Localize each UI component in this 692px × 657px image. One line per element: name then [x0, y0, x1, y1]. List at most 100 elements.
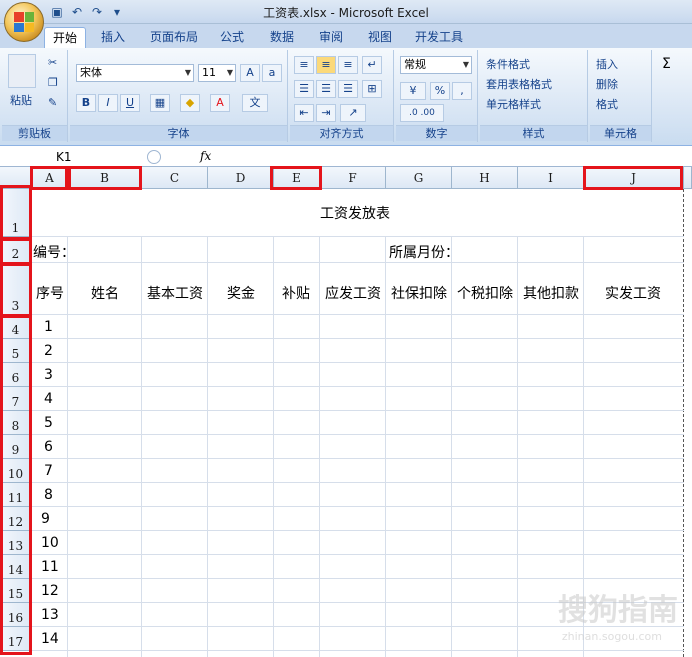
border-icon[interactable]: ▦ [150, 94, 170, 112]
currency-icon[interactable]: ¥ [400, 82, 426, 100]
align-bottom-icon[interactable]: ≡ [338, 56, 358, 74]
gridline [32, 554, 684, 555]
gridline [32, 362, 684, 363]
orientation-icon[interactable]: ↗ [340, 104, 366, 122]
percent-button[interactable]: % [430, 82, 450, 100]
tab-developer[interactable]: 开发工具 [407, 27, 471, 48]
chevron-down-icon: ▼ [184, 68, 191, 77]
header-cell[interactable]: 姓名 [91, 283, 119, 303]
delete-cells-button[interactable]: 删除 [596, 76, 618, 92]
serial-cell[interactable]: 13 [41, 607, 59, 623]
gridline [517, 237, 518, 657]
header-cell[interactable]: 基本工资 [147, 283, 203, 303]
tab-data[interactable]: 数据 [262, 27, 302, 48]
align-left-icon[interactable]: ☰ [294, 80, 314, 98]
formula-bar: K1 fx [0, 147, 692, 167]
number-group: 常规 ▼ ¥ % , .0 .00 数字 [396, 50, 478, 142]
decimal-buttons[interactable]: .0 .00 [400, 104, 444, 122]
header-cell[interactable]: 补贴 [282, 283, 310, 303]
underline-button[interactable]: U [120, 94, 140, 112]
serial-cell[interactable]: 3 [44, 367, 53, 383]
align-top-icon[interactable]: ≡ [294, 56, 314, 74]
comma-button[interactable]: , [452, 82, 472, 100]
cut-icon[interactable]: ✂ [48, 56, 57, 69]
column-header-d[interactable]: D [208, 167, 274, 189]
serial-cell[interactable]: 9 [41, 511, 50, 527]
align-middle-icon[interactable]: ≡ [316, 56, 336, 74]
grow-font-icon[interactable]: A [240, 64, 260, 82]
header-cell[interactable]: 序号 [36, 283, 64, 303]
tab-formulas[interactable]: 公式 [212, 27, 252, 48]
gridline [207, 237, 208, 657]
name-box[interactable]: K1 [2, 148, 142, 166]
autosum-button[interactable]: Σ [662, 56, 671, 72]
cancel-formula-icon[interactable] [147, 150, 161, 164]
align-right-icon[interactable]: ☰ [338, 80, 358, 98]
header-cell[interactable]: 应发工资 [325, 283, 381, 303]
phonetic-icon[interactable]: 文 [242, 94, 268, 112]
header-cell[interactable]: 个税扣除 [457, 283, 513, 303]
paste-button[interactable]: 粘贴 [10, 92, 32, 108]
column-header-k[interactable] [684, 167, 692, 189]
tab-view[interactable]: 视图 [360, 27, 400, 48]
code-label[interactable]: 编号： [33, 242, 75, 262]
highlight-col-a [30, 166, 68, 190]
header-cell[interactable]: 社保扣除 [391, 283, 447, 303]
merge-center-icon[interactable]: ⊞ [362, 80, 382, 98]
font-color-icon[interactable]: A [210, 94, 230, 112]
sheet-title[interactable]: 工资发放表 [320, 203, 390, 223]
header-cell[interactable]: 奖金 [227, 283, 255, 303]
serial-cell[interactable]: 4 [44, 391, 53, 407]
number-format-combo[interactable]: 常规 ▼ [400, 56, 472, 74]
serial-cell[interactable]: 5 [44, 415, 53, 431]
cell-styles-button[interactable]: 单元格样式 [486, 96, 541, 112]
serial-cell[interactable]: 1 [44, 319, 53, 335]
align-center-icon[interactable]: ☰ [316, 80, 336, 98]
column-header-f[interactable]: F [320, 167, 386, 189]
gridline [32, 262, 684, 263]
column-header-i[interactable]: I [518, 167, 584, 189]
chevron-down-icon: ▼ [226, 68, 233, 77]
gridline [32, 530, 684, 531]
column-header-c[interactable]: C [142, 167, 208, 189]
tab-page-layout[interactable]: 页面布局 [142, 27, 206, 48]
format-cells-button[interactable]: 格式 [596, 96, 618, 112]
header-cell[interactable]: 实发工资 [605, 283, 661, 303]
column-header-g[interactable]: G [386, 167, 452, 189]
serial-cell[interactable]: 8 [44, 487, 53, 503]
increase-indent-icon[interactable]: ⇥ [316, 104, 336, 122]
font-size-combo[interactable]: 11 ▼ [198, 64, 236, 82]
column-header-h[interactable]: H [452, 167, 518, 189]
shrink-font-icon[interactable]: a [262, 64, 282, 82]
tab-insert[interactable]: 插入 [93, 27, 133, 48]
paste-icon[interactable] [8, 54, 36, 88]
italic-button[interactable]: I [98, 94, 118, 112]
serial-cell[interactable]: 6 [44, 439, 53, 455]
decrease-indent-icon[interactable]: ⇤ [294, 104, 314, 122]
gridline [451, 237, 452, 657]
serial-cell[interactable]: 14 [41, 631, 59, 647]
month-label[interactable]: 所属月份： [389, 242, 459, 262]
font-name-combo[interactable]: 宋体 ▼ [76, 64, 194, 82]
serial-cell[interactable]: 2 [44, 343, 53, 359]
tab-review[interactable]: 审阅 [311, 27, 351, 48]
serial-cell[interactable]: 10 [41, 535, 59, 551]
highlight-row-3 [0, 263, 32, 317]
tab-home[interactable]: 开始 [44, 27, 87, 48]
fill-color-icon[interactable]: ◆ [180, 94, 200, 112]
office-button[interactable] [4, 2, 44, 42]
format-painter-icon[interactable]: ✎ [48, 96, 57, 109]
conditional-format-button[interactable]: 条件格式 [486, 56, 530, 72]
bold-button[interactable]: B [76, 94, 96, 112]
serial-cell[interactable]: 12 [41, 583, 59, 599]
gridline [141, 237, 142, 657]
header-cell[interactable]: 其他扣款 [523, 283, 579, 303]
serial-cell[interactable]: 7 [44, 463, 53, 479]
insert-function-button[interactable]: fx [200, 149, 211, 163]
format-as-table-button[interactable]: 套用表格格式 [486, 76, 552, 92]
wrap-text-icon[interactable]: ↵ [362, 56, 382, 74]
insert-cells-button[interactable]: 插入 [596, 56, 618, 72]
chevron-down-icon: ▼ [462, 60, 469, 69]
serial-cell[interactable]: 11 [41, 559, 59, 575]
copy-icon[interactable]: ❐ [48, 76, 58, 89]
